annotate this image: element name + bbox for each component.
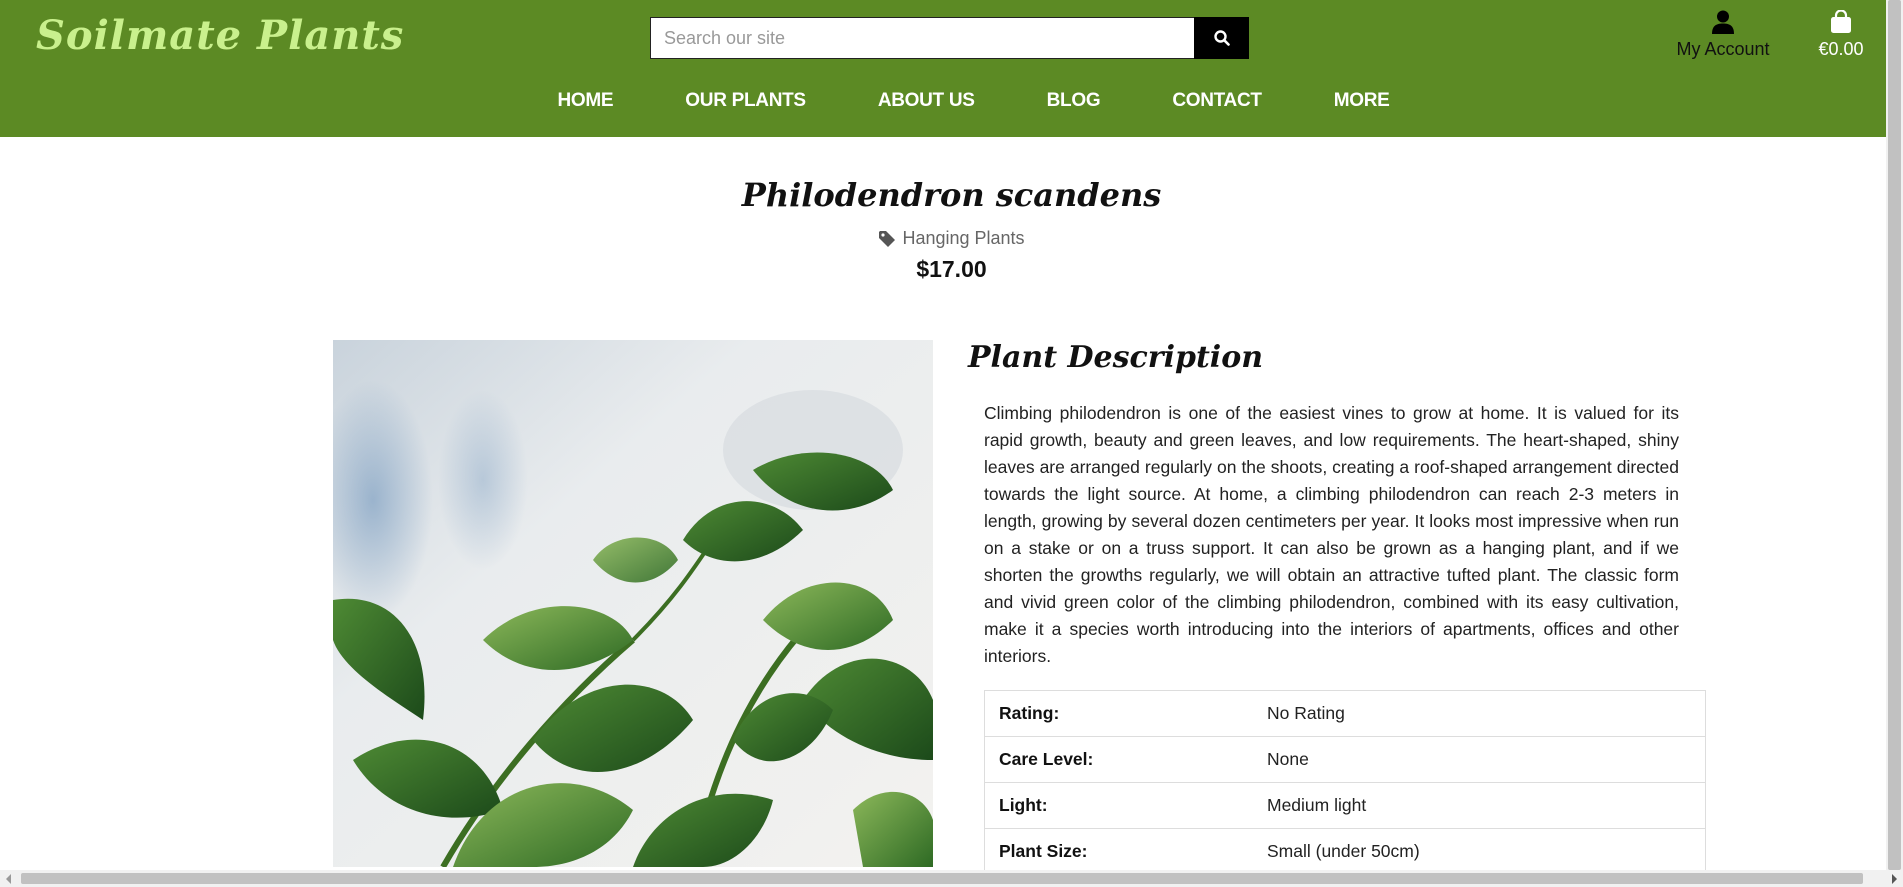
- detail-label: Rating:: [999, 703, 1060, 723]
- description-heading: Plant Description: [968, 340, 1264, 375]
- detail-label: Plant Size:: [999, 841, 1088, 861]
- product-title: Philodendron scandens: [741, 176, 1162, 214]
- main-nav: HOME OUR PLANTS ABOUT US BLOG CONTACT MO…: [0, 90, 1903, 112]
- search-button[interactable]: [1194, 17, 1249, 59]
- plant-details-table: Rating: No Rating Care Level: None Light…: [984, 690, 1706, 875]
- table-row: Care Level: None: [985, 737, 1705, 783]
- search-form: [650, 17, 1249, 59]
- table-row: Plant Size: Small (under 50cm): [985, 829, 1705, 875]
- nav-about-us[interactable]: ABOUT US: [878, 90, 975, 112]
- detail-value: Small (under 50cm): [1267, 841, 1420, 861]
- my-account-link[interactable]: My Account: [1668, 10, 1778, 60]
- user-icon: [1712, 10, 1734, 34]
- product-image: [333, 340, 933, 867]
- nav-more[interactable]: MORE: [1334, 90, 1390, 112]
- nav-contact[interactable]: CONTACT: [1172, 90, 1262, 112]
- my-account-label: My Account: [1676, 39, 1770, 59]
- nav-blog[interactable]: BLOG: [1047, 90, 1101, 112]
- tag-icon: [879, 230, 896, 247]
- product-price: $17.00: [916, 256, 987, 282]
- search-icon: [1213, 30, 1230, 46]
- vertical-scrollbar-thumb[interactable]: [1888, 0, 1901, 870]
- scroll-left-arrow-icon[interactable]: [6, 874, 11, 884]
- cart-total: €0.00: [1818, 39, 1864, 59]
- search-input[interactable]: [650, 17, 1194, 59]
- shopping-bag-icon: [1831, 10, 1851, 33]
- detail-value: None: [1267, 749, 1309, 769]
- table-row: Light: Medium light: [985, 783, 1705, 829]
- vertical-scrollbar[interactable]: [1886, 0, 1903, 870]
- product-category: Hanging Plants: [902, 228, 1025, 248]
- detail-value: Medium light: [1267, 795, 1367, 815]
- site-logo[interactable]: Soilmate Plants: [36, 12, 404, 59]
- detail-value: No Rating: [1267, 703, 1345, 723]
- cart-link[interactable]: €0.00: [1810, 10, 1872, 60]
- horizontal-scrollbar[interactable]: [0, 870, 1903, 887]
- detail-label: Care Level:: [999, 749, 1094, 769]
- nav-our-plants[interactable]: OUR PLANTS: [685, 90, 806, 112]
- site-header: Soilmate Plants My Account €0.00 HOME OU…: [0, 0, 1903, 137]
- scroll-right-arrow-icon[interactable]: [1892, 874, 1897, 884]
- description-text: Climbing philodendron is one of the easi…: [984, 403, 1679, 666]
- detail-label: Light:: [999, 795, 1048, 815]
- table-row: Rating: No Rating: [985, 691, 1705, 737]
- horizontal-scrollbar-thumb[interactable]: [21, 873, 1863, 884]
- nav-home[interactable]: HOME: [557, 90, 613, 112]
- product-category-link[interactable]: Hanging Plants: [0, 228, 1903, 249]
